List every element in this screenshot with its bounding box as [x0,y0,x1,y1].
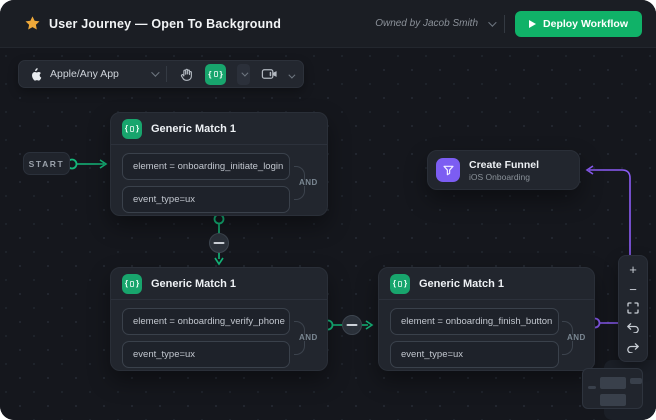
redo-button[interactable] [621,339,645,356]
minimap-node [600,377,626,389]
node-title: Create Funnel [469,159,539,171]
zoom-toolbar: + − [618,255,648,362]
condition-pill[interactable]: element = onboarding_finish_button [390,308,559,335]
minimap[interactable] [582,368,643,409]
code-braces-icon: {} [122,274,142,294]
generic-match-node-1[interactable]: {} Generic Match 1 element = onboarding_… [110,112,328,216]
node-header: {} Generic Match 1 [111,268,327,300]
owner-label[interactable]: Owned by Jacob Smith [375,18,478,29]
zoom-in-button[interactable]: + [621,261,645,278]
minimap-node [588,386,596,389]
operator-label: AND [567,333,586,342]
play-icon [529,20,536,28]
and-bracket [562,341,573,355]
pan-hand-tool-button[interactable] [176,64,196,84]
apple-icon [29,67,42,82]
and-bracket [294,186,305,200]
condition-text: event_type=ux [133,349,195,360]
generic-match-node-2[interactable]: {} Generic Match 1 element = onboarding_… [110,267,328,371]
generic-match-node-3[interactable]: {} Generic Match 1 element = onboarding_… [378,267,595,371]
page-title: User Journey — Open To Background [49,17,281,31]
condition-text: element = onboarding_initiate_login [133,161,283,172]
node-title: Generic Match 1 [151,123,236,135]
condition-pill[interactable]: event_type=ux [122,186,290,213]
fit-screen-icon [627,302,639,314]
node-header: {} Generic Match 1 [111,113,327,145]
condition-text: element = onboarding_verify_phone [133,316,285,327]
app-window: User Journey — Open To Background Owned … [0,0,656,420]
node-title: Generic Match 1 [419,278,504,290]
app-selector-label: Apple/Any App [50,68,119,80]
fit-screen-button[interactable] [621,300,645,317]
operator-minus-badge[interactable] [210,234,229,253]
canvas-toolbar: Apple/Any App {} [18,60,304,88]
condition-text: event_type=ux [133,194,195,205]
header-divider [504,15,505,33]
minimap-node [600,394,626,406]
condition-pill[interactable]: event_type=ux [122,341,290,368]
code-braces-icon: {} [208,69,223,79]
deploy-workflow-button[interactable]: Deploy Workflow [515,11,642,37]
app-selector-dropdown[interactable]: Apple/Any App [29,67,157,82]
undo-icon [626,322,640,333]
workflow-canvas[interactable]: Apple/Any App {} [0,48,656,420]
owner-chevron-down-icon[interactable] [488,18,496,26]
header-bar: User Journey — Open To Background Owned … [0,0,656,48]
event-tool-chevron-down-icon[interactable] [237,64,250,85]
funnel-icon [436,158,460,182]
record-tool-chevron-down-icon[interactable] [288,67,293,82]
condition-pill[interactable]: event_type=ux [390,341,559,368]
deploy-workflow-label: Deploy Workflow [543,18,628,30]
code-braces-icon: {} [390,274,410,294]
condition-pill[interactable]: element = onboarding_verify_phone [122,308,290,335]
event-match-tool-button[interactable]: {} [205,64,226,85]
toolbar-divider [166,66,167,82]
favorite-star-icon[interactable] [24,15,41,32]
create-funnel-node[interactable]: Create Funnel iOS Onboarding [427,150,580,190]
condition-text: element = onboarding_finish_button [401,316,552,327]
node-subtitle: iOS Onboarding [469,172,539,182]
undo-button[interactable] [621,319,645,336]
condition-text: event_type=ux [401,349,463,360]
condition-pill[interactable]: element = onboarding_initiate_login [122,153,290,180]
zoom-out-button[interactable]: − [621,281,645,298]
app-selector-chevron-down-icon [151,68,159,76]
node-header: {} Generic Match 1 [379,268,594,300]
operator-label: AND [299,333,318,342]
minimap-node [630,378,642,384]
operator-minus-badge[interactable] [343,316,362,335]
video-camera-icon [261,67,278,81]
redo-icon [626,342,640,353]
operator-label: AND [299,178,318,187]
start-node-label: START [29,159,65,169]
hand-icon [179,67,194,82]
start-node[interactable]: START [23,152,70,175]
and-bracket [294,341,305,355]
record-tool-button[interactable] [259,64,279,84]
node-title: Generic Match 1 [151,278,236,290]
code-braces-icon: {} [122,119,142,139]
